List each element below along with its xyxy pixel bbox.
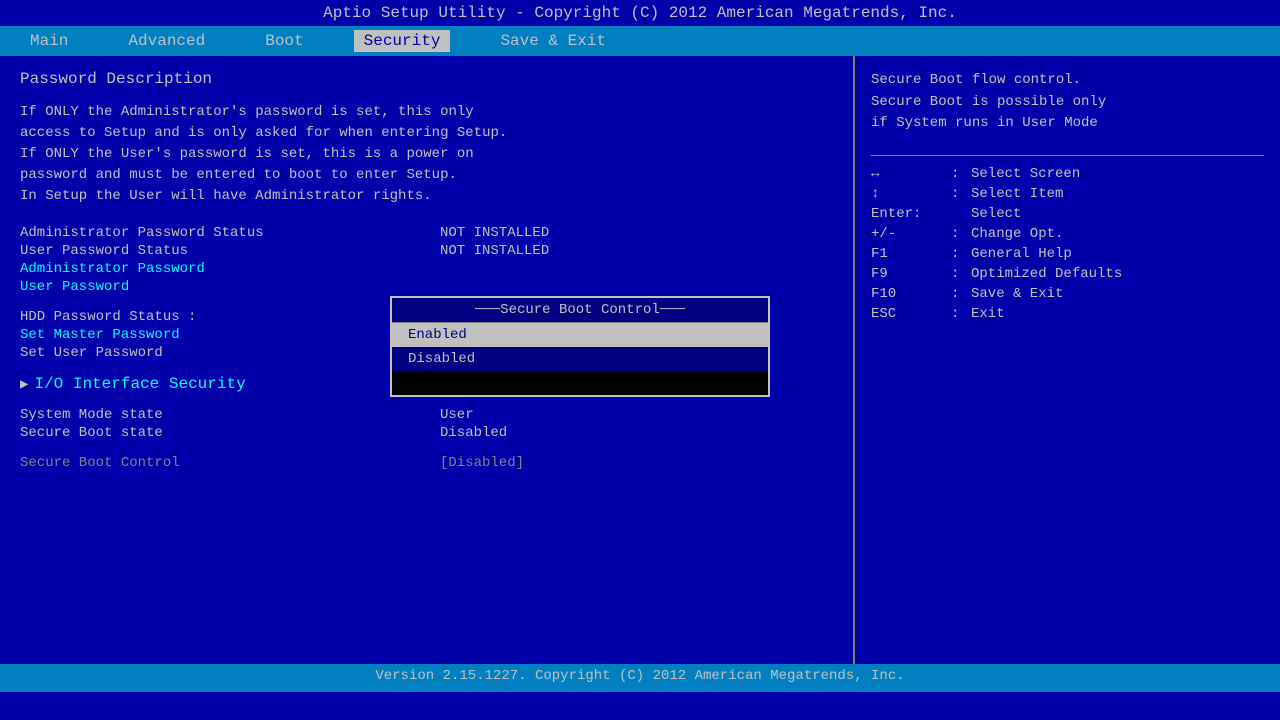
secure-boot-state-value: Disabled [440,425,507,441]
key-separator: : [951,286,971,302]
user-password-label[interactable]: User Password [20,279,440,295]
help-line: Secure Boot is possible only [871,92,1264,114]
section-title: Password Description [20,70,833,88]
key-name: F10 [871,286,951,302]
admin-password-status-value: NOT INSTALLED [440,225,549,241]
nav-item-security[interactable]: Security [354,30,451,52]
main-content: Password Description If ONLY the Adminis… [0,56,1280,664]
key-name: ESC [871,306,951,322]
key-description: Select Screen [971,166,1080,182]
key-separator [951,206,971,222]
title-bar: Aptio Setup Utility - Copyright (C) 2012… [0,0,1280,26]
keys-block: ↔:Select Screen↕:Select ItemEnter:Select… [871,166,1264,322]
key-row: Enter: Select [871,206,1264,222]
popup-bottom-bar [392,371,768,395]
nav-item-save&exit[interactable]: Save & Exit [490,30,616,52]
arrow-icon: ▶ [20,376,28,393]
description-text: If ONLY the Administrator's password is … [20,102,833,207]
desc-line: If ONLY the Administrator's password is … [20,102,833,123]
set-user-password-label: Set User Password [20,345,440,361]
popup-title-dashes-right: ─── [660,302,685,318]
key-name: ↕ [871,186,951,202]
admin-password-row[interactable]: Administrator Password [20,261,833,277]
user-password-status-value: NOT INSTALLED [440,243,549,259]
divider [871,155,1264,156]
key-row: F10:Save & Exit [871,286,1264,302]
key-description: Select Item [971,186,1063,202]
key-name: F1 [871,246,951,262]
admin-password-status-row: Administrator Password Status NOT INSTAL… [20,225,833,241]
nav-item-boot[interactable]: Boot [255,30,313,52]
hdd-password-status-label: HDD Password Status : [20,309,440,325]
set-master-password-label[interactable]: Set Master Password [20,327,440,343]
user-password-status-label: User Password Status [20,243,440,259]
key-row: F1:General Help [871,246,1264,262]
help-line: Secure Boot flow control. [871,70,1264,92]
system-mode-row: System Mode state User [20,407,833,423]
key-separator: : [951,166,971,182]
admin-password-status-label: Administrator Password Status [20,225,440,241]
help-text: Secure Boot flow control.Secure Boot is … [871,70,1264,135]
nav-item-advanced[interactable]: Advanced [118,30,215,52]
nav-item-main[interactable]: Main [20,30,78,52]
popup-title-text: Secure Boot Control [500,302,660,318]
popup-option-enabled[interactable]: Enabled [392,323,768,347]
key-description: Change Opt. [971,226,1063,242]
key-name: ↔ [871,166,951,182]
key-name: +/- [871,226,951,242]
user-password-row[interactable]: User Password [20,279,833,295]
footer-text: Version 2.15.1227. Copyright (C) 2012 Am… [375,668,904,684]
secure-boot-control-row: Secure Boot Control [Disabled] [20,455,833,471]
secure-boot-control-label: Secure Boot Control [20,455,440,471]
right-panel: Secure Boot flow control.Secure Boot is … [855,56,1280,664]
key-description: Exit [971,306,1005,322]
key-name: F9 [871,266,951,282]
key-separator: : [951,226,971,242]
key-separator: : [951,186,971,202]
nav-bar: Main Advanced Boot Security Save & Exit [0,26,1280,56]
system-mode-value: User [440,407,474,423]
footer: Version 2.15.1227. Copyright (C) 2012 Am… [0,664,1280,692]
key-row: +/-:Change Opt. [871,226,1264,242]
title-text: Aptio Setup Utility - Copyright (C) 2012… [323,4,957,22]
user-password-status-row: User Password Status NOT INSTALLED [20,243,833,259]
system-mode-label: System Mode state [20,407,440,423]
desc-line: access to Setup and is only asked for wh… [20,123,833,144]
key-row: ↔:Select Screen [871,166,1264,182]
popup-title-dashes-left: ─── [475,302,500,318]
secure-boot-control-value: [Disabled] [440,455,524,471]
desc-line: password and must be entered to boot to … [20,165,833,186]
secure-boot-state-label: Secure Boot state [20,425,440,441]
key-description: Select [971,206,1021,222]
help-line: if System runs in User Mode [871,113,1264,135]
popup-overlay: ─── Secure Boot Control ─── Enabled Disa… [390,296,770,397]
desc-line: In Setup the User will have Administrato… [20,186,833,207]
popup-box: ─── Secure Boot Control ─── Enabled Disa… [390,296,770,397]
left-panel: Password Description If ONLY the Adminis… [0,56,855,664]
key-description: General Help [971,246,1072,262]
key-separator: : [951,306,971,322]
key-separator: : [951,246,971,262]
popup-title-bar: ─── Secure Boot Control ─── [392,298,768,323]
secure-boot-state-row: Secure Boot state Disabled [20,425,833,441]
desc-line: If ONLY the User's password is set, this… [20,144,833,165]
admin-password-label[interactable]: Administrator Password [20,261,440,277]
key-row: ↕:Select Item [871,186,1264,202]
key-separator: : [951,266,971,282]
key-name: Enter: [871,206,951,222]
key-description: Save & Exit [971,286,1063,302]
key-row: F9:Optimized Defaults [871,266,1264,282]
key-row: ESC:Exit [871,306,1264,322]
key-description: Optimized Defaults [971,266,1122,282]
popup-option-disabled[interactable]: Disabled [392,347,768,371]
